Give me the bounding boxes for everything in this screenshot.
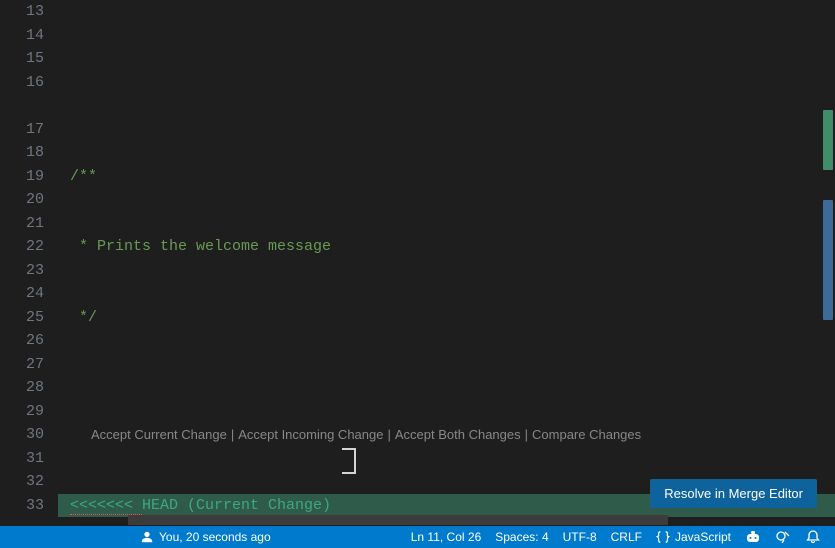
line-number: 15 bbox=[0, 47, 44, 71]
line-number: 24 bbox=[0, 282, 44, 306]
status-language[interactable]: JavaScript bbox=[656, 530, 731, 544]
line-number: 21 bbox=[0, 212, 44, 236]
line-number: 32 bbox=[0, 470, 44, 494]
line-number: 28 bbox=[0, 376, 44, 400]
line-number: 27 bbox=[0, 353, 44, 377]
line-number: 14 bbox=[0, 24, 44, 48]
person-icon bbox=[140, 530, 154, 544]
accept-incoming-link[interactable]: Accept Incoming Change bbox=[238, 427, 383, 442]
line-number: 17 bbox=[0, 118, 44, 142]
accept-current-link[interactable]: Accept Current Change bbox=[91, 427, 227, 442]
status-eol[interactable]: CRLF bbox=[611, 530, 642, 544]
line-number: 19 bbox=[0, 165, 44, 189]
line-number: 22 bbox=[0, 235, 44, 259]
horizontal-scrollbar[interactable] bbox=[128, 515, 668, 525]
status-encoding[interactable]: UTF-8 bbox=[563, 530, 597, 544]
compare-changes-link[interactable]: Compare Changes bbox=[532, 427, 641, 442]
line-number: 31 bbox=[0, 447, 44, 471]
code-area[interactable]: /** * Prints the welcome message */ Acce… bbox=[58, 0, 835, 526]
merge-codelens: Accept Current Change|Accept Incoming Ch… bbox=[58, 400, 835, 424]
feedback-icon[interactable] bbox=[775, 529, 791, 545]
status-blame[interactable]: You, 20 seconds ago bbox=[140, 530, 271, 544]
line-number: 20 bbox=[0, 188, 44, 212]
line-number: 16 bbox=[0, 71, 44, 95]
comment-line: /** bbox=[70, 168, 97, 185]
copilot-icon[interactable] bbox=[745, 529, 761, 545]
overview-current-change bbox=[823, 110, 833, 170]
comment-line: * Prints the welcome message bbox=[70, 238, 331, 255]
overview-ruler[interactable] bbox=[821, 0, 835, 526]
line-number: 26 bbox=[0, 329, 44, 353]
line-number bbox=[0, 94, 44, 118]
accept-both-link[interactable]: Accept Both Changes bbox=[395, 427, 521, 442]
line-number: 23 bbox=[0, 259, 44, 283]
line-number: 25 bbox=[0, 306, 44, 330]
line-number: 18 bbox=[0, 141, 44, 165]
resolve-in-merge-editor-button[interactable]: Resolve in Merge Editor bbox=[650, 479, 817, 508]
comment-line: */ bbox=[70, 309, 97, 326]
line-number-gutter: 13141516 17181920212223242526272829303132… bbox=[0, 0, 58, 526]
line-number: 13 bbox=[0, 0, 44, 24]
text-cursor bbox=[348, 448, 350, 474]
braces-icon bbox=[656, 530, 670, 544]
status-cursor-position[interactable]: Ln 11, Col 26 bbox=[411, 530, 482, 544]
overview-incoming-change bbox=[823, 200, 833, 320]
line-number: 30 bbox=[0, 423, 44, 447]
code-editor[interactable]: 13141516 17181920212223242526272829303132… bbox=[0, 0, 835, 526]
status-indentation[interactable]: Spaces: 4 bbox=[495, 530, 548, 544]
line-number: 29 bbox=[0, 400, 44, 424]
line-number: 33 bbox=[0, 494, 44, 518]
status-bar: You, 20 seconds ago Ln 11, Col 26 Spaces… bbox=[0, 526, 835, 548]
bell-icon[interactable] bbox=[805, 529, 821, 545]
